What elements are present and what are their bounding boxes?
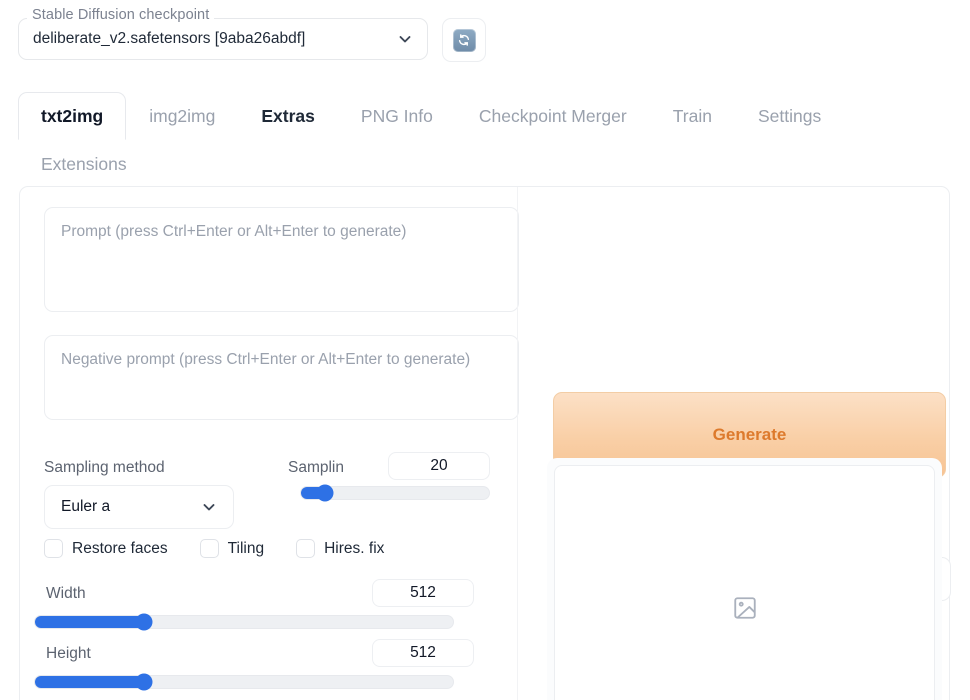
width-label: Width xyxy=(46,585,86,602)
sampling-steps-number[interactable]: 20 xyxy=(388,452,490,480)
options-checkbox-row: Restore faces Tiling Hires. fix xyxy=(44,539,416,558)
tab-png-info[interactable]: PNG Info xyxy=(338,92,456,140)
checkpoint-label: Stable Diffusion checkpoint xyxy=(27,7,215,23)
negative-prompt-input[interactable]: Negative prompt (press Ctrl+Enter or Alt… xyxy=(44,335,519,420)
width-group: Width 512 xyxy=(34,579,474,631)
height-group: Height 512 xyxy=(34,639,474,691)
checkpoint-select[interactable]: Stable Diffusion checkpoint deliberate_v… xyxy=(18,7,428,60)
refresh-checkpoints-button[interactable] xyxy=(442,18,486,62)
checkbox-tiling[interactable]: Tiling xyxy=(199,539,265,558)
slider-knob[interactable] xyxy=(135,613,153,631)
chevron-down-icon xyxy=(397,31,413,47)
checkbox-label: Tiling xyxy=(227,539,265,557)
tab-txt2img[interactable]: txt2img xyxy=(18,92,127,141)
refresh-icon xyxy=(452,28,476,52)
tab-extras[interactable]: Extras xyxy=(238,92,338,140)
tab-img2img[interactable]: img2img xyxy=(126,92,238,140)
checkbox-label: Restore faces xyxy=(72,539,168,557)
webui-root: Stable Diffusion checkpoint deliberate_v… xyxy=(0,0,970,700)
main-tabs: txt2img img2img Extras PNG Info Checkpoi… xyxy=(18,92,952,188)
checkbox-restore-faces[interactable]: Restore faces xyxy=(44,539,168,558)
sampling-method-select[interactable]: Euler a xyxy=(44,485,234,529)
slider-fill xyxy=(35,676,144,688)
checkpoint-value: deliberate_v2.safetensors [9aba26abdf] xyxy=(33,30,306,47)
checkbox-label: Hires. fix xyxy=(324,539,385,557)
sampling-steps-group: Samplin 20 xyxy=(288,452,490,502)
output-gallery[interactable] xyxy=(547,458,942,700)
tab-extensions[interactable]: Extensions xyxy=(18,140,150,188)
height-slider[interactable] xyxy=(34,673,454,691)
slider-knob[interactable] xyxy=(135,673,153,691)
height-number[interactable]: 512 xyxy=(372,639,474,667)
slider-knob[interactable] xyxy=(316,484,334,502)
checkbox-box-icon[interactable] xyxy=(296,539,316,558)
height-row: Height 512 xyxy=(34,639,474,671)
width-number[interactable]: 512 xyxy=(372,579,474,607)
sampling-steps-slider[interactable] xyxy=(300,484,490,502)
checkbox-hires-fix[interactable]: Hires. fix xyxy=(296,539,384,558)
left-column: Prompt (press Ctrl+Enter or Alt+Enter to… xyxy=(20,187,519,700)
tab-train[interactable]: Train xyxy=(650,92,735,140)
tab-settings[interactable]: Settings xyxy=(735,92,844,140)
gallery-inner xyxy=(554,465,935,700)
sampling-method-value: Euler a xyxy=(61,498,111,515)
chevron-down-icon xyxy=(201,499,217,515)
width-row: Width 512 xyxy=(34,579,474,611)
width-slider[interactable] xyxy=(34,613,454,631)
slider-fill xyxy=(35,616,144,628)
height-label: Height xyxy=(46,645,91,662)
prompt-input[interactable]: Prompt (press Ctrl+Enter or Alt+Enter to… xyxy=(44,207,519,312)
txt2img-panel: Prompt (press Ctrl+Enter or Alt+Enter to… xyxy=(19,186,951,700)
checkbox-box-icon[interactable] xyxy=(199,539,219,558)
sampling-steps-label: Samplin xyxy=(288,459,344,476)
tab-checkpoint-merger[interactable]: Checkpoint Merger xyxy=(456,92,650,140)
image-placeholder-icon xyxy=(732,595,758,621)
checkbox-box-icon[interactable] xyxy=(44,539,63,558)
checkpoint-row: Stable Diffusion checkpoint deliberate_v… xyxy=(18,7,486,62)
